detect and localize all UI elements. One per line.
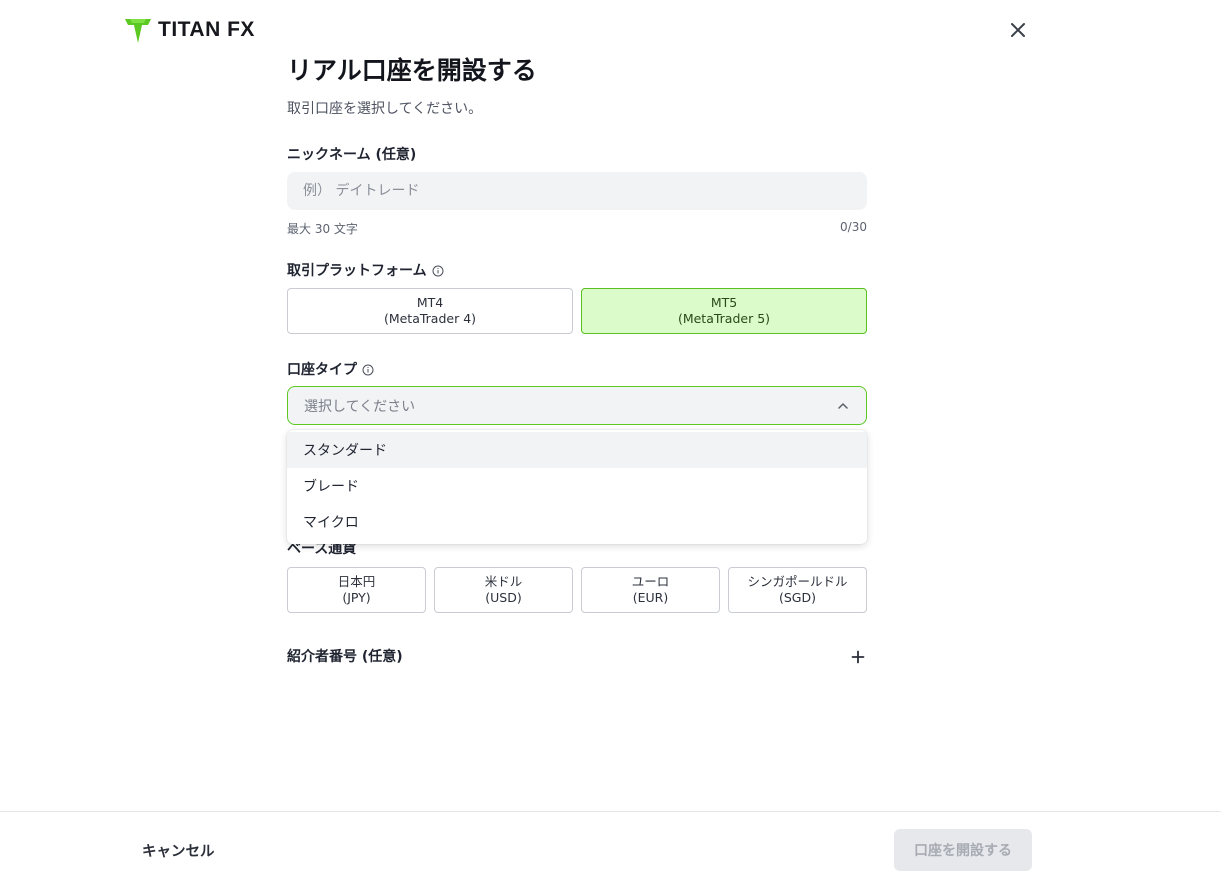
platform-option-desc: (MetaTrader 5) xyxy=(677,311,771,326)
brand-name: TITAN FX xyxy=(158,18,255,41)
plus-icon[interactable] xyxy=(851,650,865,664)
platform-options: MT4 (MetaTrader 4) MT5 (MetaTrader 5) xyxy=(287,288,867,334)
currency-option-sgd[interactable]: シンガポールドル (SGD) xyxy=(728,567,867,613)
platform-option-name: MT4 xyxy=(416,295,444,310)
currency-option-jpy[interactable]: 日本円 (JPY) xyxy=(287,567,426,613)
currency-option-eur[interactable]: ユーロ (EUR) xyxy=(581,567,720,613)
chevron-up-icon xyxy=(838,402,848,409)
open-account-form: リアル口座を開設する 取引口座を選択してください。 ニックネーム (任意) 最大… xyxy=(287,56,867,665)
nickname-hint-row: 最大 30 文字 0/30 xyxy=(287,220,867,237)
currency-option-code: (JPY) xyxy=(342,590,371,605)
close-icon[interactable] xyxy=(1006,18,1030,42)
footer-bar: キャンセル 口座を開設する xyxy=(0,811,1221,887)
account-type-dropdown: スタンダード ブレード マイクロ xyxy=(287,430,867,544)
account-type-select[interactable]: 選択してください xyxy=(287,386,867,425)
account-type-option-micro[interactable]: マイクロ xyxy=(287,504,867,540)
account-type-option-standard[interactable]: スタンダード xyxy=(287,432,867,468)
info-icon[interactable] xyxy=(432,265,444,277)
platform-option-desc: (MetaTrader 4) xyxy=(383,311,477,326)
base-currency-options: 日本円 (JPY) 米ドル (USD) ユーロ (EUR) シンガポールドル (… xyxy=(287,567,867,613)
currency-option-code: (USD) xyxy=(485,590,522,605)
currency-option-name: ユーロ xyxy=(631,574,670,589)
info-icon[interactable] xyxy=(362,364,374,376)
account-type-placeholder: 選択してください xyxy=(304,398,416,415)
nickname-input[interactable] xyxy=(287,172,867,210)
currency-option-code: (EUR) xyxy=(632,590,669,605)
nickname-label-text: ニックネーム (任意) xyxy=(287,147,417,163)
referral-label: 紹介者番号 (任意) xyxy=(287,649,403,665)
referral-toggle[interactable]: 紹介者番号 (任意) xyxy=(287,648,867,666)
nickname-max-hint: 最大 30 文字 xyxy=(287,222,358,236)
platform-option-mt4[interactable]: MT4 (MetaTrader 4) xyxy=(287,288,573,334)
platform-option-name: MT5 xyxy=(710,295,738,310)
nickname-label: ニックネーム (任意) xyxy=(287,146,416,164)
currency-option-usd[interactable]: 米ドル (USD) xyxy=(434,567,573,613)
currency-option-name: シンガポールドル xyxy=(747,574,848,589)
account-type-option-blade[interactable]: ブレード xyxy=(287,468,867,504)
platform-label: 取引プラットフォーム xyxy=(287,262,444,280)
account-type-label-text: 口座タイプ xyxy=(287,362,357,378)
open-account-button[interactable]: 口座を開設する xyxy=(894,829,1032,871)
currency-option-name: 米ドル xyxy=(484,574,523,589)
brand-logo: TITAN FX xyxy=(124,16,255,44)
platform-option-mt5[interactable]: MT5 (MetaTrader 5) xyxy=(581,288,867,334)
account-type-label: 口座タイプ xyxy=(287,361,374,379)
currency-option-name: 日本円 xyxy=(337,574,376,589)
platform-label-text: 取引プラットフォーム xyxy=(287,263,427,279)
cancel-button[interactable]: キャンセル xyxy=(142,840,215,861)
page-title: リアル口座を開設する xyxy=(287,56,537,85)
titan-logo-icon xyxy=(125,19,151,43)
nickname-char-counter: 0/30 xyxy=(840,220,867,234)
currency-option-code: (SGD) xyxy=(779,590,816,605)
page-subtitle: 取引口座を選択してください。 xyxy=(287,101,483,117)
